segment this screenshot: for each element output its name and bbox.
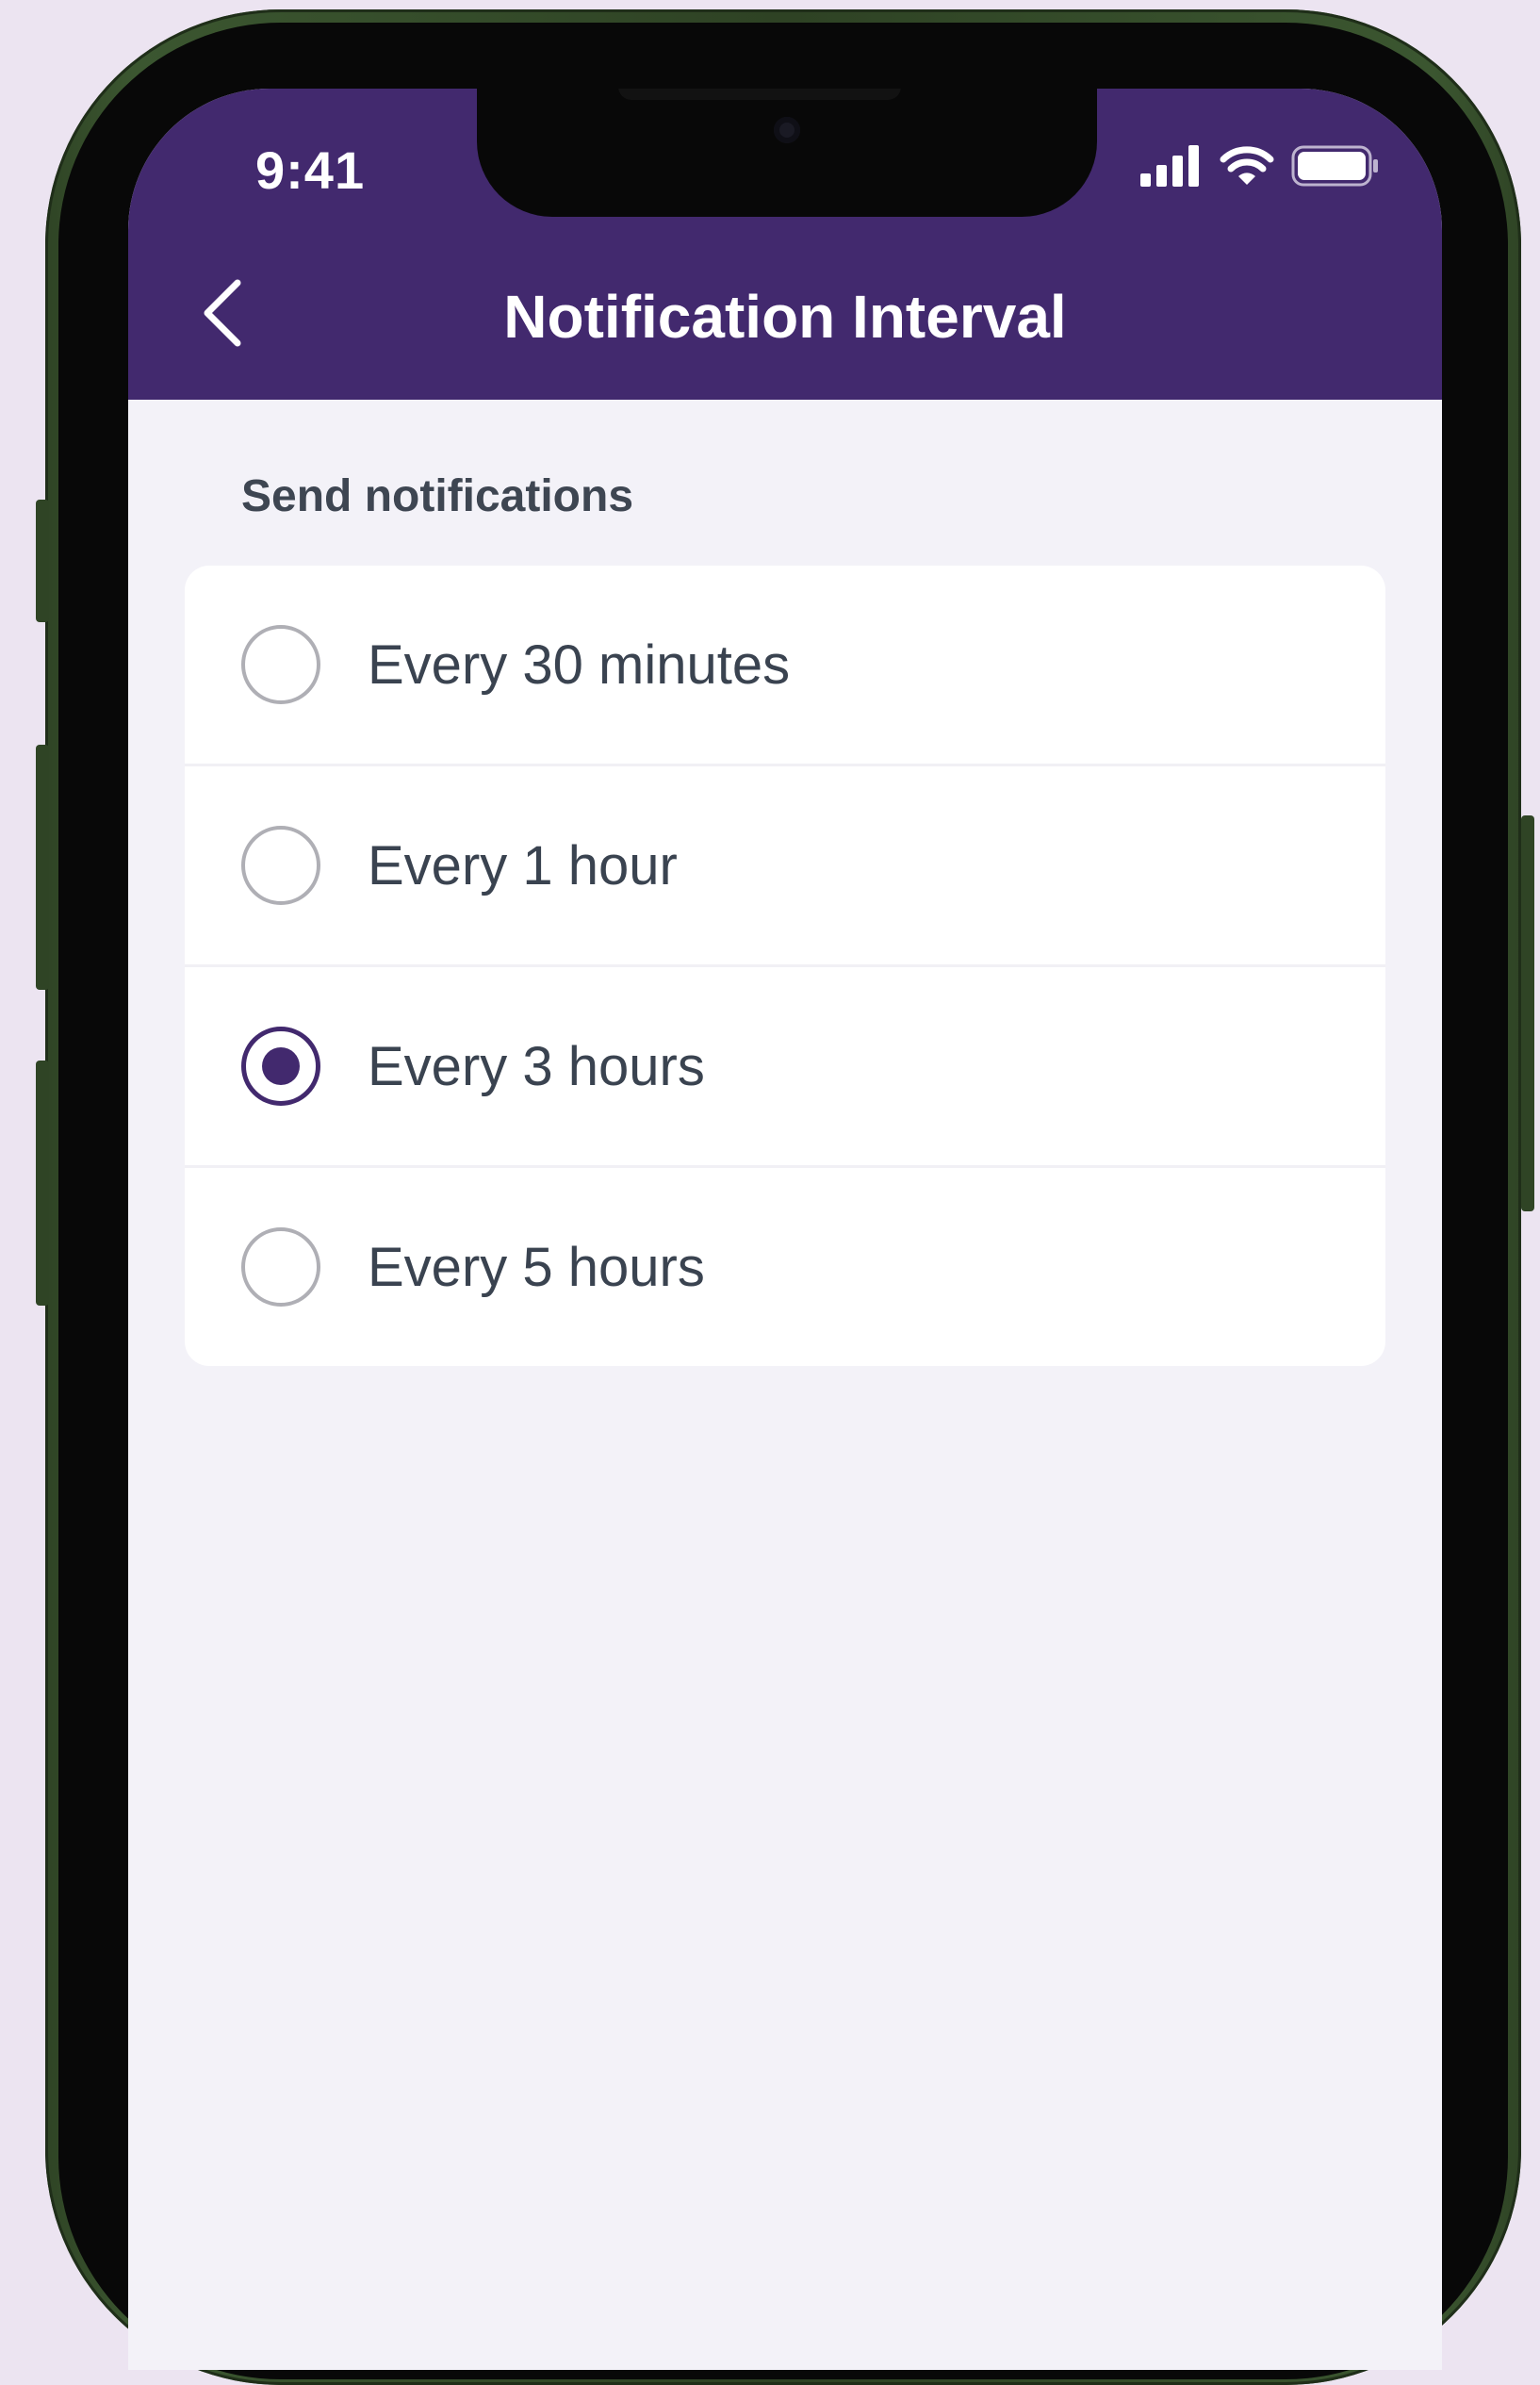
app-screen: 9:41 Notification Interval Send notifica… bbox=[128, 89, 1442, 2370]
battery-icon bbox=[1291, 145, 1380, 187]
speaker-grille bbox=[618, 89, 901, 100]
radio-button[interactable] bbox=[241, 625, 320, 704]
volume-down-button bbox=[36, 1061, 49, 1306]
interval-options-card: Every 30 minutes Every 1 hour Every 3 ho… bbox=[185, 566, 1385, 1366]
option-label: Every 1 hour bbox=[368, 834, 678, 896]
camera-notch bbox=[477, 89, 1097, 217]
option-every-3-hours[interactable]: Every 3 hours bbox=[185, 964, 1385, 1165]
cellular-signal-icon bbox=[1140, 145, 1203, 187]
radio-selected-dot bbox=[262, 1047, 300, 1085]
volume-up-button bbox=[36, 745, 49, 990]
option-every-30-minutes[interactable]: Every 30 minutes bbox=[185, 566, 1385, 764]
option-label: Every 3 hours bbox=[368, 1035, 705, 1097]
radio-button-selected[interactable] bbox=[241, 1027, 320, 1106]
option-label: Every 5 hours bbox=[368, 1236, 705, 1298]
option-every-1-hour[interactable]: Every 1 hour bbox=[185, 764, 1385, 964]
wifi-icon bbox=[1220, 145, 1274, 187]
power-button bbox=[1521, 815, 1534, 1211]
silent-switch bbox=[36, 500, 49, 622]
page-title: Notification Interval bbox=[503, 283, 1067, 351]
section-label: Send notifications bbox=[241, 471, 634, 521]
radio-button[interactable] bbox=[241, 826, 320, 905]
status-icons bbox=[1140, 145, 1380, 187]
option-label: Every 30 minutes bbox=[368, 633, 791, 696]
radio-button[interactable] bbox=[241, 1227, 320, 1307]
front-camera bbox=[774, 117, 800, 143]
status-time: 9:41 bbox=[255, 140, 366, 200]
option-every-5-hours[interactable]: Every 5 hours bbox=[185, 1165, 1385, 1366]
